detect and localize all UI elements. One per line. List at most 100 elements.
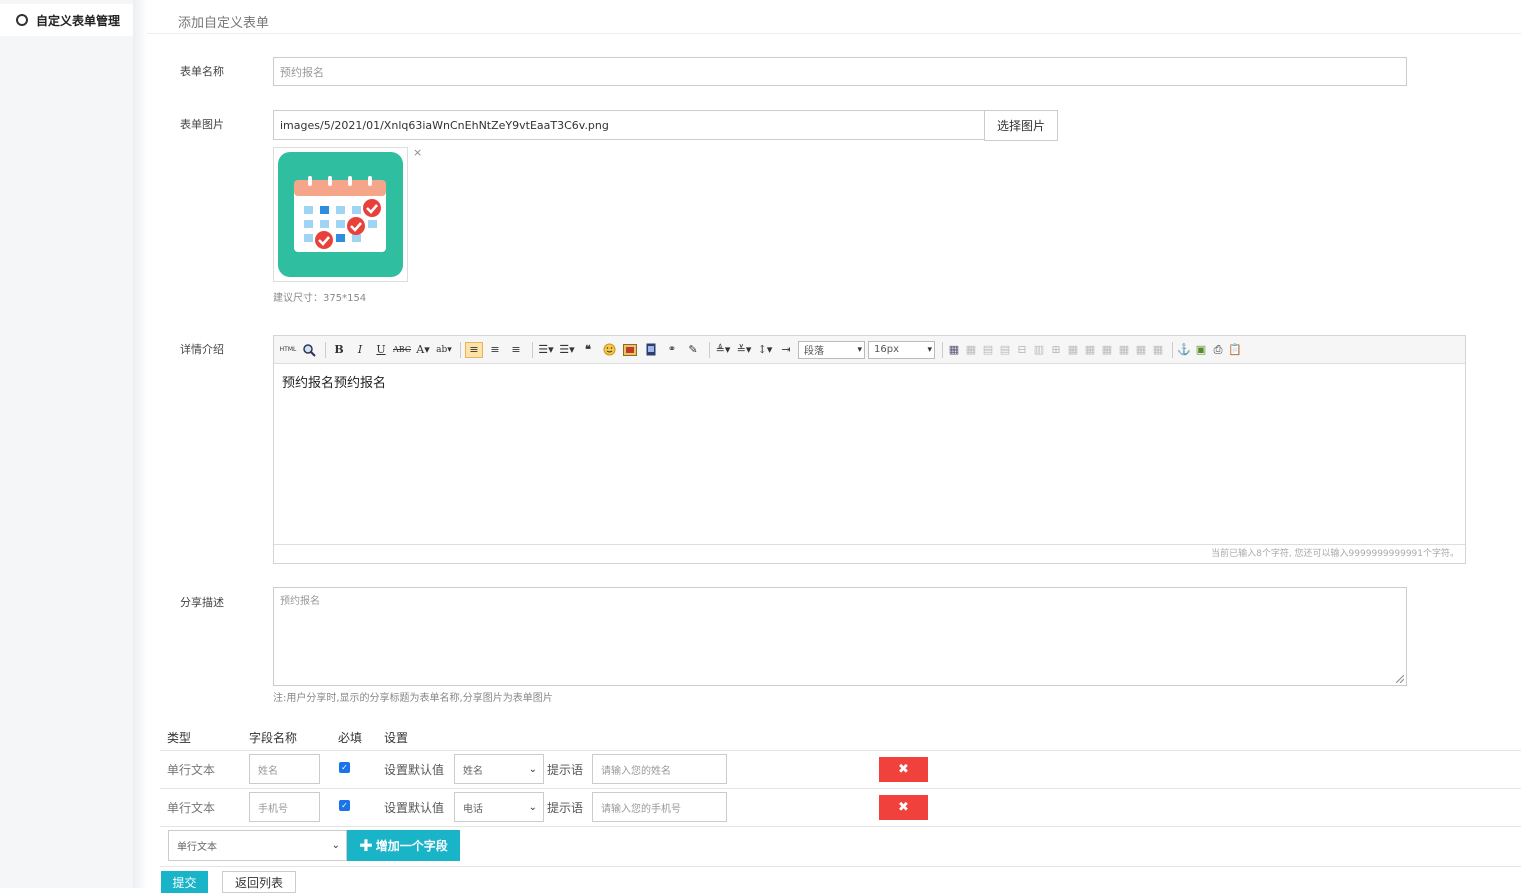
field-name-input[interactable]: 姓名	[249, 754, 320, 784]
editor-content[interactable]: 预约报名预约报名	[282, 372, 386, 391]
prompt-placeholder: 请输入您的姓名	[601, 765, 671, 777]
form-image-label: 表单图片	[180, 118, 224, 131]
default-value-selected: 姓名	[463, 765, 483, 777]
insert-column-icon[interactable]: ▥	[1032, 342, 1046, 358]
insert-table-icon[interactable]: ▦	[947, 342, 961, 358]
delete-row-icon[interactable]: ⊟	[1015, 342, 1029, 358]
indent-icon[interactable]: ⇥	[777, 342, 795, 358]
resize-handle-icon[interactable]	[1396, 675, 1404, 683]
split-rows-icon[interactable]: ▦	[1134, 342, 1148, 358]
split-columns-icon[interactable]: ▦	[1151, 342, 1165, 358]
blockquote-icon[interactable]: ❝	[579, 342, 597, 358]
align-left-icon[interactable]: ≡	[465, 341, 483, 358]
bold-icon[interactable]: B	[330, 342, 348, 358]
prompt-label: 提示语	[547, 801, 584, 815]
strikethrough-icon[interactable]: ABC	[393, 342, 411, 358]
field-type: 单行文本	[167, 801, 216, 815]
merge-cells-icon[interactable]: ▦	[1066, 342, 1080, 358]
toolbar-separator	[532, 341, 533, 358]
editor-toolbar: HTML B I U ABC A▾ ab▾ ≡ ≡ ≡ ☰▾ ☰▾ ❝ ⚭ ✎ …	[274, 336, 1465, 364]
preview-icon[interactable]	[300, 342, 318, 358]
delete-field-button[interactable]: ✖	[879, 795, 928, 820]
default-value-label: 设置默认值	[384, 763, 445, 777]
select-image-button[interactable]: 选择图片	[984, 110, 1058, 141]
required-checkbox[interactable]: ✓	[339, 762, 350, 773]
toolbar-separator	[709, 341, 710, 358]
form-name-placeholder: 预约报名	[280, 65, 324, 79]
toolbar-separator	[942, 341, 943, 358]
link-icon[interactable]: ⚭	[663, 342, 681, 358]
sidebar-item-custom-form[interactable]: 自定义表单管理	[0, 4, 133, 36]
unordered-list-icon[interactable]: ☰▾	[558, 342, 576, 358]
paragraph-select[interactable]: 段落	[798, 340, 865, 359]
line-height-icon[interactable]: ↕▾	[756, 342, 774, 358]
new-field-type-select[interactable]: 单行文本 ⌄	[168, 830, 347, 861]
field-name-input[interactable]: 手机号	[249, 792, 320, 822]
prompt-input[interactable]: 请输入您的手机号	[592, 792, 727, 822]
field-type: 单行文本	[167, 763, 216, 777]
image-size-hint: 建议尺寸：375*154	[273, 293, 367, 304]
delete-column-icon[interactable]: ⊞	[1049, 342, 1063, 358]
share-description-textarea[interactable]: 预约报名	[273, 587, 1407, 686]
detail-label: 详情介绍	[180, 343, 224, 356]
default-value-label: 设置默认值	[384, 801, 445, 815]
row-spacing-top-icon[interactable]: ≜▾	[714, 342, 732, 358]
delete-field-button[interactable]: ✖	[879, 757, 928, 782]
image-insert-icon[interactable]	[621, 342, 639, 358]
required-checkbox[interactable]: ✓	[339, 800, 350, 811]
prompt-label: 提示语	[547, 763, 584, 777]
italic-icon[interactable]: I	[351, 342, 369, 358]
font-size-select[interactable]: 16px	[868, 340, 935, 359]
split-cells-icon[interactable]: ▦	[1117, 342, 1131, 358]
eraser-icon[interactable]: ✎	[684, 342, 702, 358]
form-image-thumbnail	[273, 147, 408, 282]
default-value-select[interactable]: 电话 ⌄	[454, 792, 544, 822]
merge-down-icon[interactable]: ▦	[1100, 342, 1114, 358]
submit-button[interactable]: 提交	[161, 871, 208, 893]
paragraph-select-value: 段落	[804, 346, 824, 357]
delete-table-icon[interactable]: ▦	[964, 342, 978, 358]
underline-icon[interactable]: U	[372, 342, 390, 358]
column-header-type: 类型	[167, 731, 192, 745]
chevron-down-icon: ⌄	[528, 763, 537, 775]
merge-right-icon[interactable]: ▦	[1083, 342, 1097, 358]
field-name-placeholder: 姓名	[258, 765, 278, 777]
align-right-icon[interactable]: ≡	[507, 342, 525, 358]
paste-icon[interactable]: 📋	[1228, 342, 1242, 358]
toolbar-separator	[1172, 341, 1173, 358]
remove-image-icon[interactable]: ×	[413, 146, 422, 159]
prompt-input[interactable]: 请输入您的姓名	[592, 754, 727, 784]
page-title: 添加自定义表单	[178, 16, 270, 31]
video-icon[interactable]	[642, 342, 660, 358]
ordered-list-icon[interactable]: ☰▾	[537, 342, 555, 358]
insert-paragraph-before-table-icon[interactable]: ▤	[981, 342, 995, 358]
form-image-path-input[interactable]: images/5/2021/01/Xnlq63iaWnCnEhNtZeY9vtE…	[273, 110, 985, 140]
calendar-icon	[278, 152, 403, 277]
map-icon[interactable]: ▣	[1194, 342, 1208, 358]
sidebar-item-label: 自定义表单管理	[36, 13, 121, 28]
column-header-field-name: 字段名称	[249, 731, 298, 745]
align-center-icon[interactable]: ≡	[486, 342, 504, 358]
html-source-icon[interactable]: HTML	[279, 342, 297, 358]
form-name-input[interactable]: 预约报名	[273, 57, 1407, 86]
row-spacing-bottom-icon[interactable]: ≚▾	[735, 342, 753, 358]
share-note: 注:用户分享时,显示的分享标题为表单名称,分享图片为表单图片	[273, 693, 553, 704]
add-field-label: 增加一个字段	[375, 839, 448, 853]
insert-row-icon[interactable]: ▤	[998, 342, 1012, 358]
highlight-color-icon[interactable]: ab▾	[435, 342, 453, 358]
column-header-settings: 设置	[384, 731, 409, 745]
prompt-placeholder: 请输入您的手机号	[601, 803, 681, 815]
print-icon[interactable]: ⎙	[1211, 342, 1225, 358]
default-value-select[interactable]: 姓名 ⌄	[454, 754, 544, 784]
emoticon-icon[interactable]	[600, 342, 618, 358]
circle-icon	[16, 14, 28, 26]
add-field-button[interactable]: ✚ 增加一个字段	[347, 830, 460, 861]
share-description-label: 分享描述	[180, 596, 224, 609]
back-to-list-button[interactable]: 返回列表	[222, 871, 296, 893]
chevron-down-icon: ⌄	[528, 801, 537, 813]
close-icon: ✖	[898, 800, 909, 815]
rich-text-editor[interactable]: HTML B I U ABC A▾ ab▾ ≡ ≡ ≡ ☰▾ ☰▾ ❝ ⚭ ✎ …	[273, 335, 1466, 564]
anchor-icon[interactable]: ⚓	[1177, 342, 1191, 358]
table-divider	[160, 866, 1521, 867]
font-color-icon[interactable]: A▾	[414, 342, 432, 358]
